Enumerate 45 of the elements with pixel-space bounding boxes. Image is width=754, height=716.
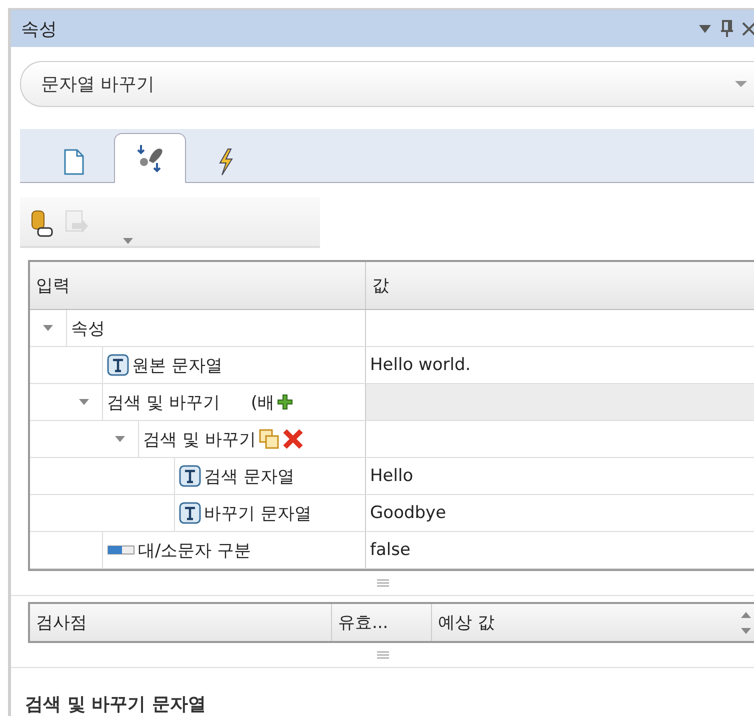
column-header: 값 [372,275,389,298]
property-value[interactable]: Goodbye [370,503,446,524]
object-dropdown[interactable]: 문자열 바꾸기 [20,61,754,107]
property-value[interactable]: Hello [370,466,414,486]
delete-icon[interactable] [282,428,304,450]
splitter-grip-icon[interactable] [376,579,388,588]
column-header: 유효... [332,604,432,642]
caret-icon [734,80,748,88]
toolbar-button[interactable] [30,208,54,239]
column-header: 입력 [36,275,70,298]
text-type-icon [179,465,201,488]
property-value[interactable]: false [370,540,410,560]
footprint-icon [135,143,165,174]
property-label: 검색 문자열 [204,466,294,488]
property-label: 바꾸기 문자열 [204,502,312,525]
property-label: 속성 [71,318,105,340]
lightning-icon [218,148,234,176]
property-label: 원본 문자열 [132,354,222,377]
close-icon[interactable] [742,20,754,37]
description-title: 검색 및 바꾸기 문자열 [25,693,207,716]
dropdown-icon[interactable] [698,24,712,34]
property-label: 검색 및 바꾸기 [143,428,256,451]
caret-icon[interactable] [122,236,134,245]
pin-icon[interactable] [720,20,734,38]
scroll-up-icon[interactable] [740,610,752,619]
add-icon[interactable] [277,394,294,410]
column-header: 예상 값 [437,612,494,636]
collapse-arrow-icon[interactable] [42,324,54,332]
toggle-icon [107,545,135,556]
scroll-down-icon[interactable] [740,626,752,635]
property-label: 검색 및 바꾸기 [107,392,220,414]
collapse-arrow-icon[interactable] [114,435,126,444]
collapse-arrow-icon[interactable] [78,398,90,406]
property-label: 대/소문자 구분 [138,540,252,562]
tab[interactable] [114,132,186,183]
copy-icon[interactable] [258,429,279,450]
property-label: (배 [250,392,274,414]
splitter-grip-icon[interactable] [376,651,388,660]
page-icon [64,149,84,176]
property-value[interactable]: Hello world. [370,355,471,376]
database-link-icon [30,208,54,239]
text-type-icon [179,502,201,524]
column-header: 검사점 [30,604,332,642]
panel-title: 속성 [21,18,58,41]
text-type-icon [107,354,129,376]
